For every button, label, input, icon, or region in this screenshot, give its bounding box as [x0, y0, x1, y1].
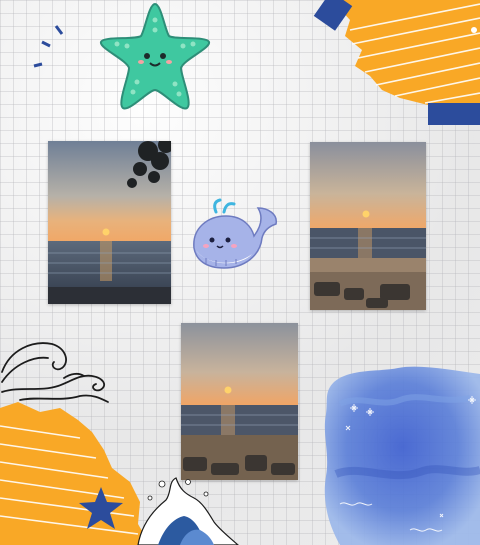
collage-canvas — [0, 0, 480, 545]
photo-sunset-tree — [48, 141, 171, 304]
top-right-orange-paper — [313, 0, 480, 125]
wave-line-drawing — [1, 342, 109, 403]
navy-star — [79, 487, 123, 529]
starfish-sticker — [100, 2, 210, 110]
whale-sticker — [193, 198, 277, 269]
blue-watercolor-splash — [324, 366, 480, 545]
wave-splash-illustration — [137, 477, 239, 545]
photo-sunset-beach — [310, 142, 426, 310]
decorative-dashes — [33, 25, 64, 68]
photo-sunset-rocks — [181, 323, 298, 480]
